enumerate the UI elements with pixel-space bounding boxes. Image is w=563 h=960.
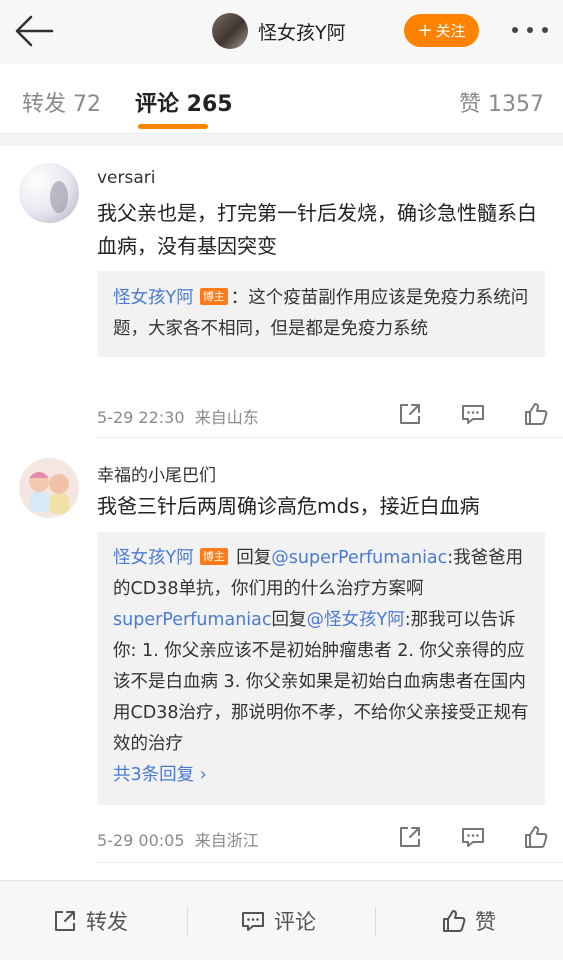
section-gap <box>0 134 563 146</box>
comment-item: versari 我父亲也是，打完第一针后发烧，确诊急性髓系白血病，没有基因突变 … <box>0 146 563 438</box>
plus-icon: + <box>417 19 433 41</box>
bar-separator <box>187 907 188 937</box>
comment-source: 来自山东 <box>194 408 259 427</box>
commenter-name[interactable]: versari <box>97 168 156 188</box>
like-icon <box>443 910 466 932</box>
comment-source: 来自浙江 <box>194 831 259 850</box>
comment-time: 5-29 00:05 <box>97 831 185 850</box>
comment-text: 我父亲也是，打完第一针后发烧，确诊急性髓系白血病，没有基因突变 <box>97 201 537 258</box>
tab-bar: 转发 72 评论 265 赞 1357 <box>0 64 563 134</box>
more-replies-link[interactable]: 共3条回复 › <box>113 760 531 791</box>
reply-author[interactable]: superPerfumaniac <box>113 610 272 630</box>
comment-actions <box>397 401 549 427</box>
comment-icon <box>242 912 264 931</box>
reply-word: 回复 <box>230 548 272 568</box>
bottom-action-bar: 转发 评论 赞 <box>0 880 563 960</box>
reply-author[interactable]: 怪女孩Y阿 <box>113 288 194 308</box>
like-icon[interactable] <box>523 824 549 850</box>
author-badge: 博主 <box>199 548 228 565</box>
comment-item: 幸福的小尾巴们 我爸三针后两周确诊高危mds，接近白血病 怪女孩Y阿 博主 回复@… <box>0 438 563 872</box>
top-nav-bar: 怪女孩Y阿 + 关注 <box>0 0 563 64</box>
bar-separator <box>375 907 376 937</box>
like-icon[interactable] <box>523 401 549 427</box>
comment-actions <box>397 824 549 850</box>
active-tab-indicator <box>138 124 208 129</box>
share-icon[interactable] <box>397 824 423 850</box>
comment-icon[interactable] <box>460 824 486 850</box>
comment-label: 评论 <box>274 910 316 934</box>
repost-button[interactable]: 转发 <box>52 906 128 936</box>
tab-likes[interactable]: 赞 1357 <box>459 86 544 118</box>
reply-item: superPerfumaniac回复@怪女孩Y阿:那我可以告诉你: 1. 你父亲… <box>113 605 531 760</box>
author-name[interactable]: 怪女孩Y阿 <box>258 18 346 45</box>
comment-time: 5-29 22:30 <box>97 408 185 427</box>
repost-label: 转发 <box>86 910 128 934</box>
comment-button[interactable]: 评论 <box>240 906 316 936</box>
more-options-icon[interactable] <box>510 18 550 42</box>
comment-meta: 5-29 22:30 来自山东 <box>97 404 259 428</box>
reply-text: :那我可以告诉你: 1. 你父亲应该不是初始肿瘤患者 2. 你父亲得的应该不是白… <box>113 610 529 754</box>
comment-icon[interactable] <box>460 401 486 427</box>
author-avatar[interactable] <box>212 13 248 49</box>
follow-label: 关注 <box>435 22 466 40</box>
share-icon[interactable] <box>397 401 423 427</box>
like-button[interactable]: 赞 <box>441 906 496 936</box>
comment-divider <box>97 862 563 863</box>
back-arrow-icon[interactable] <box>14 14 54 48</box>
follow-button[interactable]: + 关注 <box>404 14 479 47</box>
reply-author[interactable]: 怪女孩Y阿 <box>113 548 194 568</box>
commenter-name[interactable]: 幸福的小尾巴们 <box>97 461 216 486</box>
reply-word: 回复 <box>271 610 307 630</box>
reply-item: 怪女孩Y阿 博主 回复@superPerfumaniac:我爸爸用的CD38单抗，… <box>113 543 531 605</box>
like-label: 赞 <box>475 910 496 934</box>
comment-text: 我爸三针后两周确诊高危mds，接近白血病 <box>97 494 480 518</box>
share-icon <box>55 911 75 931</box>
tab-comments[interactable]: 评论 265 <box>135 86 233 118</box>
tab-reposts[interactable]: 转发 72 <box>22 86 101 118</box>
reply-mention[interactable]: @superPerfumaniac <box>271 548 447 568</box>
author-badge: 博主 <box>199 288 228 305</box>
commenter-avatar[interactable] <box>19 163 79 223</box>
reply-box[interactable]: 怪女孩Y阿 博主 回复@superPerfumaniac:我爸爸用的CD38单抗，… <box>97 532 545 805</box>
reply-box[interactable]: 怪女孩Y阿 博主 ：这个疫苗副作用应该是免疫力系统问题，大家各不相同，但是都是免疫力… <box>97 271 545 357</box>
commenter-avatar[interactable] <box>19 458 79 518</box>
comment-meta: 5-29 00:05 来自浙江 <box>97 827 259 851</box>
reply-mention[interactable]: @怪女孩Y阿 <box>307 610 405 630</box>
